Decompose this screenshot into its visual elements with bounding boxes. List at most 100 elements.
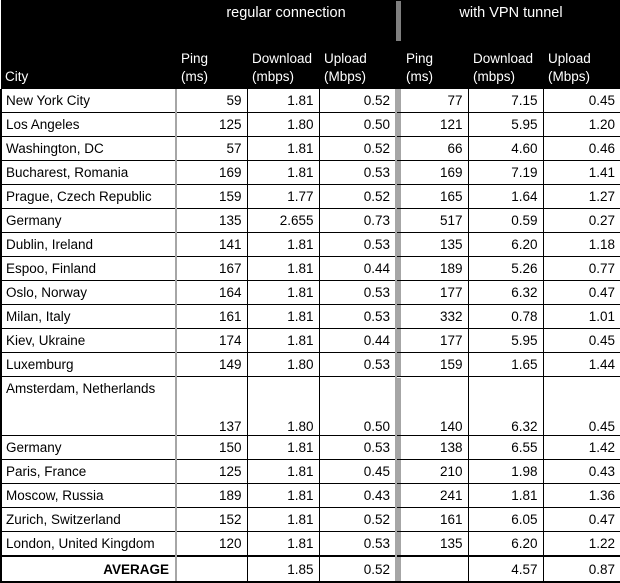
cell-ping2: 121 [401, 112, 469, 137]
table-row[interactable]: Paris, France 125 1.81 0.45 210 1.98 0.43 [0, 459, 620, 484]
cell-up1: 0.53 [319, 280, 398, 305]
table-row[interactable]: Moscow, Russia 189 1.81 0.43 241 1.81 1.36 [0, 483, 620, 508]
cell-down1: 1.80 [247, 112, 320, 137]
table-row[interactable]: London, United Kingdom 120 1.81 0.53 135 6.20… [0, 531, 620, 557]
cell-city: Germany [0, 435, 177, 460]
column-header-city-label: City [5, 68, 29, 84]
cell-ping2: 161 [401, 507, 469, 532]
average-label: AVERAGE [0, 555, 177, 583]
table-row[interactable]: Amsterdam, Netherlands 137 1.80 0.50 140 6.32… [0, 376, 620, 436]
speedtest-table-container: regular connection with VPN tunnel City … [0, 0, 620, 583]
average-cell-ping1 [176, 555, 248, 583]
column-header-download-regular: Download (mbps) [247, 41, 319, 89]
cell-up2: 0.45 [543, 89, 620, 113]
cell-up1: 0.73 [319, 208, 398, 233]
table-row[interactable]: Milan, Italy 161 1.81 0.53 332 0.78 1.01 [0, 304, 620, 329]
cell-ping1: 135 [176, 208, 248, 233]
cell-down1: 1.80 [247, 376, 320, 436]
cell-ping2: 135 [401, 232, 469, 257]
cell-down1: 1.81 [247, 160, 320, 185]
cell-ping2: 138 [401, 435, 469, 460]
cell-ping2: 165 [401, 184, 469, 209]
column-header-download-vpn-name: Download [473, 51, 534, 67]
cell-down2: 6.32 [468, 376, 544, 436]
cell-down1: 2.655 [247, 208, 320, 233]
cell-down1: 1.81 [247, 328, 320, 353]
cell-down2: 6.32 [468, 280, 544, 305]
cell-ping2: 140 [401, 376, 469, 436]
cell-ping1: 125 [176, 459, 248, 484]
table-row-average: AVERAGE 1.85 0.52 4.57 0.87 [0, 555, 620, 583]
table-row[interactable]: Los Angeles 125 1.80 0.50 121 5.95 1.20 [0, 112, 620, 137]
table-row[interactable]: Espoo, Finland 167 1.81 0.44 189 5.26 0.77 [0, 256, 620, 281]
cell-ping2: 135 [401, 531, 469, 557]
table-row[interactable]: Luxemburg 149 1.80 0.53 159 1.65 1.44 [0, 352, 620, 377]
table-body: New York City 59 1.81 0.52 77 7.15 0.45 Los Ang… [0, 89, 620, 583]
column-header-download-regular-name: Download [252, 51, 313, 67]
cell-up1: 0.53 [319, 352, 398, 377]
cell-up2: 0.47 [543, 507, 620, 532]
table-row[interactable]: Bucharest, Romania 169 1.81 0.53 169 7.19 1.41 [0, 160, 620, 185]
cell-ping2: 210 [401, 459, 469, 484]
cell-city: Germany [0, 208, 177, 233]
column-header-ping-regular-name: Ping [181, 51, 209, 67]
cell-up2: 0.77 [543, 256, 620, 281]
column-header-download-vpn-unit: (mbps) [473, 68, 516, 84]
cell-ping1: 120 [176, 531, 248, 557]
cell-down1: 1.80 [247, 352, 320, 377]
cell-down1: 1.81 [247, 136, 320, 161]
cell-city: New York City [0, 89, 177, 113]
table-row[interactable]: Prague, Czech Republic 159 1.77 0.52 165 1.64… [0, 184, 620, 209]
table-row[interactable]: Germany 135 2.655 0.73 517 0.59 0.27 [0, 208, 620, 233]
cell-up2: 1.44 [543, 352, 620, 377]
table-row[interactable]: Zurich, Switzerland 152 1.81 0.52 161 6.05 0.4… [0, 507, 620, 532]
header-gap-row [1, 23, 620, 41]
cell-down2: 6.55 [468, 435, 544, 460]
cell-down1: 1.81 [247, 531, 320, 557]
header-group-row: regular connection with VPN tunnel [1, 0, 620, 23]
cell-down1: 1.81 [247, 304, 320, 329]
cell-city: Oslo, Norway [0, 280, 177, 305]
header-gap-p2 [401, 23, 469, 41]
cell-ping2: 332 [401, 304, 469, 329]
cell-down2: 5.26 [468, 256, 544, 281]
cell-up2: 1.18 [543, 232, 620, 257]
cell-ping1: 125 [176, 112, 248, 137]
cell-down1: 1.81 [247, 459, 320, 484]
cell-down1: 1.81 [247, 89, 320, 113]
cell-city: Paris, France [0, 459, 177, 484]
column-header-city: City [1, 41, 176, 89]
cell-up2: 0.45 [543, 328, 620, 353]
header-gap-city [1, 23, 176, 41]
cell-down2: 0.59 [468, 208, 544, 233]
cell-up1: 0.44 [319, 256, 398, 281]
header-gap-u1 [319, 23, 397, 41]
table-row[interactable]: Germany 150 1.81 0.53 138 6.55 1.42 [0, 435, 620, 460]
table-row[interactable]: New York City 59 1.81 0.52 77 7.15 0.45 [0, 89, 620, 113]
cell-down1: 1.81 [247, 232, 320, 257]
table-row[interactable]: Oslo, Norway 164 1.81 0.53 177 6.32 0.47 [0, 280, 620, 305]
cell-city: Luxemburg [0, 352, 177, 377]
cell-down1: 1.77 [247, 184, 320, 209]
cell-ping2: 177 [401, 328, 469, 353]
column-header-download-regular-unit: (mbps) [252, 68, 295, 84]
table-row[interactable]: Washington, DC 57 1.81 0.52 66 4.60 0.46 [0, 136, 620, 161]
cell-city: Espoo, Finland [0, 256, 177, 281]
column-header-upload-regular-unit: (Mbps) [324, 68, 367, 84]
cell-ping1: 167 [176, 256, 248, 281]
table-header: regular connection with VPN tunnel City … [1, 0, 620, 89]
cell-ping1: 169 [176, 160, 248, 185]
cell-down2: 5.95 [468, 328, 544, 353]
cell-up1: 0.53 [319, 531, 398, 557]
cell-up1: 0.43 [319, 483, 398, 508]
table-row[interactable]: Kiev, Ukraine 174 1.81 0.44 177 5.95 0.45 [0, 328, 620, 353]
cell-ping1: 189 [176, 483, 248, 508]
cell-ping1: 174 [176, 328, 248, 353]
cell-ping2: 241 [401, 483, 469, 508]
average-cell-up1: 0.52 [319, 555, 398, 583]
average-cell-down2: 4.57 [468, 555, 544, 583]
cell-up1: 0.52 [319, 89, 398, 113]
cell-city: Amsterdam, Netherlands [0, 376, 177, 436]
cell-ping1: 141 [176, 232, 248, 257]
table-row[interactable]: Dublin, Ireland 141 1.81 0.53 135 6.20 1.18 [0, 232, 620, 257]
